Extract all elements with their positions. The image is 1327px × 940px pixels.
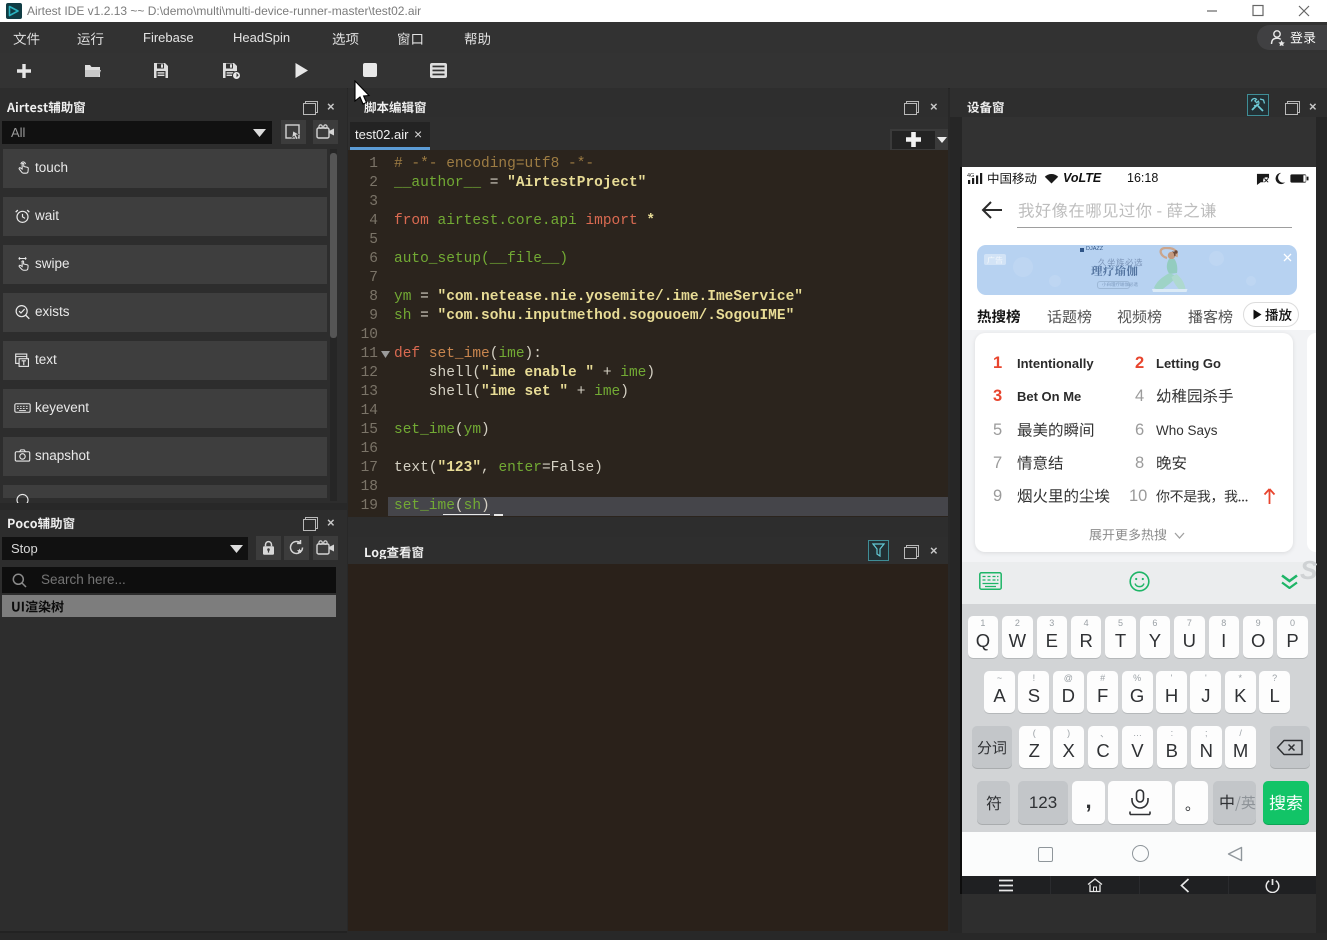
svg-text:4G: 4G xyxy=(967,173,974,179)
